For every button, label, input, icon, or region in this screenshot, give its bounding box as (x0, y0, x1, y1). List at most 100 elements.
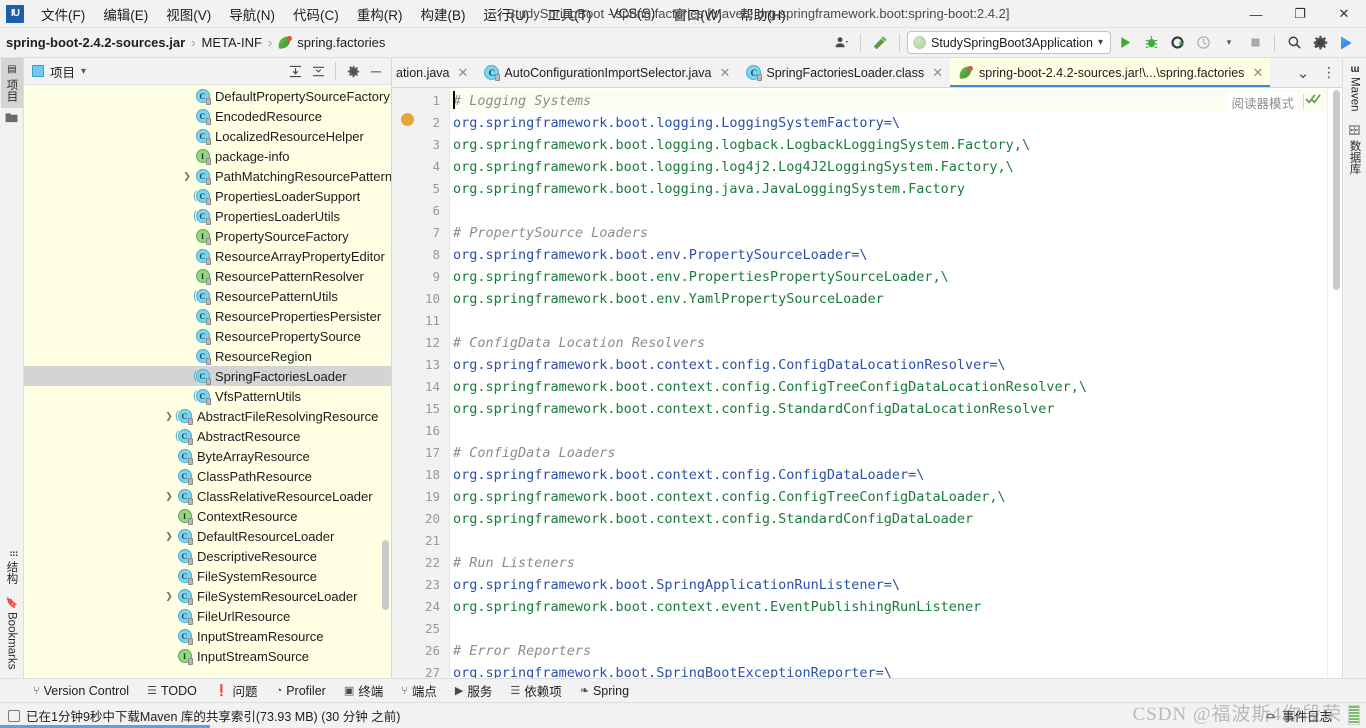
tab-more-options-icon[interactable]: ⋮ (1316, 58, 1342, 87)
settings-gear-button[interactable] (342, 60, 364, 82)
collapse-all-button[interactable] (307, 60, 329, 82)
tree-item-resourcepatternresolver[interactable]: I ResourcePatternResolver (24, 266, 391, 286)
code-line[interactable] (450, 530, 1327, 552)
tree-item-bytearrayresource[interactable]: C ByteArrayResource (24, 446, 391, 466)
code-line[interactable]: # ConfigData Location Resolvers (450, 332, 1327, 354)
event-log-label[interactable]: 事件日志 (1282, 706, 1332, 725)
tree-item-propertiesloadersupport[interactable]: CPropertiesLoaderSupport (24, 186, 391, 206)
code-line[interactable]: org.springframework.boot.context.config.… (450, 464, 1327, 486)
tree-item-classrelativeresourceloader[interactable]: ❯ C ClassRelativeResourceLoader (24, 486, 391, 506)
expand-all-button[interactable] (284, 60, 306, 82)
show-tab-list-icon[interactable]: ⌄ (1290, 58, 1316, 87)
user-profile-icon[interactable] (829, 31, 853, 55)
tree-item-fileurlresource[interactable]: C FileUrlResource (24, 606, 391, 626)
menu-item-3[interactable]: 导航(N) (220, 0, 284, 28)
project-panel-title-group[interactable]: 项目 ▾ (32, 62, 86, 81)
breadcrumb-item-0[interactable]: spring-boot-2.4.2-sources.jar (6, 35, 185, 50)
menu-item-5[interactable]: 重构(R) (348, 0, 412, 28)
debug-icon[interactable] (1139, 31, 1163, 55)
sidebar-item-project[interactable]: ▤ 项目 (0, 58, 23, 108)
tool-window-button-7[interactable]: ☰ 依赖项 (501, 679, 570, 702)
code-line[interactable]: org.springframework.boot.context.config.… (450, 486, 1327, 508)
tree-item-pathmatchingresourcepatternre[interactable]: ❯ C PathMatchingResourcePatternRe (24, 166, 391, 186)
code-line[interactable]: org.springframework.boot.logging.logback… (450, 134, 1327, 156)
hide-panel-button[interactable]: ─ (365, 60, 387, 82)
menu-item-9[interactable]: VCS(S) (601, 2, 665, 25)
code-line[interactable] (450, 200, 1327, 222)
code-line[interactable]: org.springframework.boot.context.config.… (450, 508, 1327, 530)
tool-window-button-0[interactable]: ⑂ Version Control (24, 682, 138, 700)
code-line[interactable]: # Run Listeners (450, 552, 1327, 574)
tree-item-defaultpropertysourcefactory[interactable]: C DefaultPropertySourceFactory (24, 86, 391, 106)
tree-item-vfspatternutils[interactable]: CVfsPatternUtils (24, 386, 391, 406)
inspection-status-icon[interactable] (1305, 92, 1322, 108)
run-with-coverage-icon[interactable] (1165, 31, 1189, 55)
menu-item-7[interactable]: 运行(U) (475, 0, 539, 28)
profiler-dropdown-caret-icon[interactable]: ▾ (1217, 31, 1241, 55)
menu-item-11[interactable]: 帮助(H) (731, 0, 795, 28)
ide-updates-icon[interactable] (1334, 31, 1358, 55)
tool-window-button-4[interactable]: ▣ 终端 (335, 679, 392, 702)
code-line[interactable]: # Logging Systems (450, 90, 1327, 112)
editor-marker-column[interactable] (1327, 88, 1342, 678)
sidebar-item-maven[interactable]: m Maven (1346, 58, 1364, 117)
tree-item-resourcepropertysource[interactable]: C ResourcePropertySource (24, 326, 391, 346)
tool-window-button-8[interactable]: ❧ Spring (571, 682, 638, 700)
expand-arrow-icon[interactable]: ❯ (162, 531, 176, 542)
tree-item-propertysourcefactory[interactable]: I PropertySourceFactory (24, 226, 391, 246)
search-everywhere-icon[interactable] (1282, 31, 1306, 55)
editor-scrollbar[interactable] (1333, 90, 1340, 290)
tree-item-filesystemresourceloader[interactable]: ❯ C FileSystemResourceLoader (24, 586, 391, 606)
menu-item-8[interactable]: 工具(T) (538, 0, 600, 28)
stop-icon[interactable] (1243, 31, 1267, 55)
close-icon[interactable]: ✕ (719, 65, 730, 81)
tree-item-encodedresource[interactable]: C EncodedResource (24, 106, 391, 126)
close-icon[interactable]: ✕ (458, 65, 469, 81)
menu-item-4[interactable]: 代码(C) (284, 0, 348, 28)
close-button[interactable]: ✕ (1322, 0, 1366, 28)
close-icon[interactable]: ✕ (932, 65, 943, 81)
project-tree[interactable]: C DefaultPropertySourceFactory C EncodedRes… (24, 85, 391, 678)
editor-tab-2[interactable]: C SpringFactoriesLoader.class ✕ (737, 58, 951, 87)
code-line[interactable]: # Error Reporters (450, 640, 1327, 662)
code-line[interactable]: org.springframework.boot.logging.java.Ja… (450, 178, 1327, 200)
expand-arrow-icon[interactable]: ❯ (180, 171, 194, 182)
run-icon[interactable] (1113, 31, 1137, 55)
tree-item-package-info[interactable]: Ipackage-info (24, 146, 391, 166)
menu-item-6[interactable]: 构建(B) (412, 0, 475, 28)
settings-gear-icon[interactable] (1308, 31, 1332, 55)
tree-item-descriptiveresource[interactable]: C DescriptiveResource (24, 546, 391, 566)
code-line[interactable]: org.springframework.boot.SpringBootExcep… (450, 662, 1327, 678)
tree-item-resourceregion[interactable]: C ResourceRegion (24, 346, 391, 366)
breadcrumb-item-2[interactable]: spring.factories (277, 35, 385, 50)
tree-item-abstractresource[interactable]: CAbstractResource (24, 426, 391, 446)
tool-window-button-6[interactable]: ▶ 服务 (446, 679, 501, 702)
run-configuration-selector[interactable]: StudySpringBoot3Application ▾ (907, 31, 1111, 54)
tree-item-localizedresourcehelper[interactable]: C LocalizedResourceHelper (24, 126, 391, 146)
menu-item-0[interactable]: 文件(F) (32, 0, 94, 28)
tool-window-button-3[interactable]: ◔ Profiler (267, 682, 335, 700)
tree-item-springfactoriesloader[interactable]: CSpringFactoriesLoader (24, 366, 391, 386)
code-line[interactable]: org.springframework.boot.context.config.… (450, 354, 1327, 376)
chevron-down-icon[interactable]: ▾ (81, 66, 86, 77)
expand-arrow-icon[interactable]: ❯ (162, 411, 176, 422)
menu-item-2[interactable]: 视图(V) (157, 0, 220, 28)
code-line[interactable] (450, 420, 1327, 442)
editor-tab-1[interactable]: C AutoConfigurationImportSelector.java ✕ (475, 58, 738, 87)
tree-item-resourcepropertiespersister[interactable]: C ResourcePropertiesPersister (24, 306, 391, 326)
tree-item-contextresource[interactable]: I ContextResource (24, 506, 391, 526)
tool-window-button-2[interactable]: ❗ 问题 (206, 679, 267, 702)
tree-item-inputstreamsource[interactable]: I InputStreamSource (24, 646, 391, 666)
tree-item-defaultresourceloader[interactable]: ❯ C DefaultResourceLoader (24, 526, 391, 546)
build-hammer-icon[interactable] (868, 31, 892, 55)
tree-item-inputstreamresource[interactable]: C InputStreamResource (24, 626, 391, 646)
code-line[interactable]: org.springframework.boot.context.event.E… (450, 596, 1327, 618)
tree-item-abstractfileresolvingresource[interactable]: ❯CAbstractFileResolvingResource (24, 406, 391, 426)
reader-mode-label[interactable]: 阅读器模式 (1227, 92, 1298, 113)
tool-window-button-1[interactable]: ☰ TODO (138, 682, 206, 700)
code-line[interactable]: org.springframework.boot.logging.Logging… (450, 112, 1327, 134)
menu-item-1[interactable]: 编辑(E) (94, 0, 157, 28)
sidebar-item-database[interactable]: 🗄 数据库 (1344, 117, 1366, 180)
tree-item-filesystemresource[interactable]: C FileSystemResource (24, 566, 391, 586)
close-icon[interactable]: ✕ (1252, 65, 1263, 81)
